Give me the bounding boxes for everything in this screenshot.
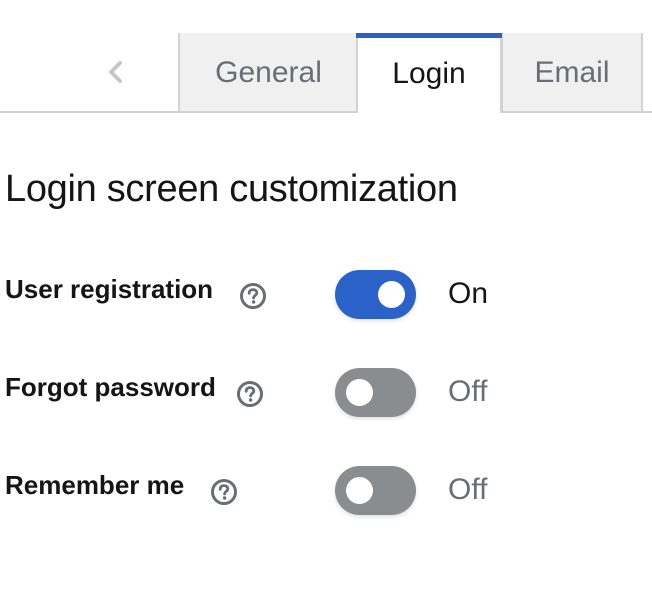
toggle-knob (346, 379, 373, 406)
setting-label: Remember me (5, 470, 185, 500)
setting-row-remember-me: Remember me Off (0, 466, 652, 516)
user-registration-toggle[interactable] (335, 270, 416, 319)
setting-label: Forgot password (5, 372, 216, 402)
question-circle-icon (211, 479, 237, 505)
section-title: Login screen customization (5, 168, 458, 210)
setting-row-user-registration: User registration On (0, 270, 652, 320)
toggle-knob (346, 477, 373, 504)
question-circle-icon (237, 381, 263, 407)
tab-label: Email (534, 56, 610, 89)
remember-me-toggle[interactable] (335, 466, 416, 515)
chevron-left-icon (109, 61, 122, 83)
help-icon[interactable] (209, 477, 239, 507)
tab-general[interactable]: General (178, 33, 357, 111)
scroll-tabs-left-button[interactable] (95, 52, 137, 92)
forgot-password-toggle[interactable] (335, 368, 416, 417)
toggle-state-text: Off (448, 473, 488, 506)
toggle-state-text: On (448, 277, 489, 310)
tab-bar: General Login Email (0, 0, 652, 113)
tab-email[interactable]: Email (501, 33, 643, 111)
tab-label: Login (392, 57, 466, 90)
question-circle-icon (240, 283, 266, 309)
toggle-state-text: Off (448, 375, 488, 408)
tab-login[interactable]: Login (356, 33, 502, 113)
toggle-knob (378, 281, 405, 308)
tab-label: General (215, 56, 322, 89)
setting-label: User registration (5, 274, 214, 304)
tab-bar-divider (0, 111, 652, 113)
setting-row-forgot-password: Forgot password Off (0, 368, 652, 418)
help-icon[interactable] (238, 281, 268, 311)
help-icon[interactable] (235, 379, 265, 409)
page: General Login Email Login screen customi… (0, 0, 652, 613)
